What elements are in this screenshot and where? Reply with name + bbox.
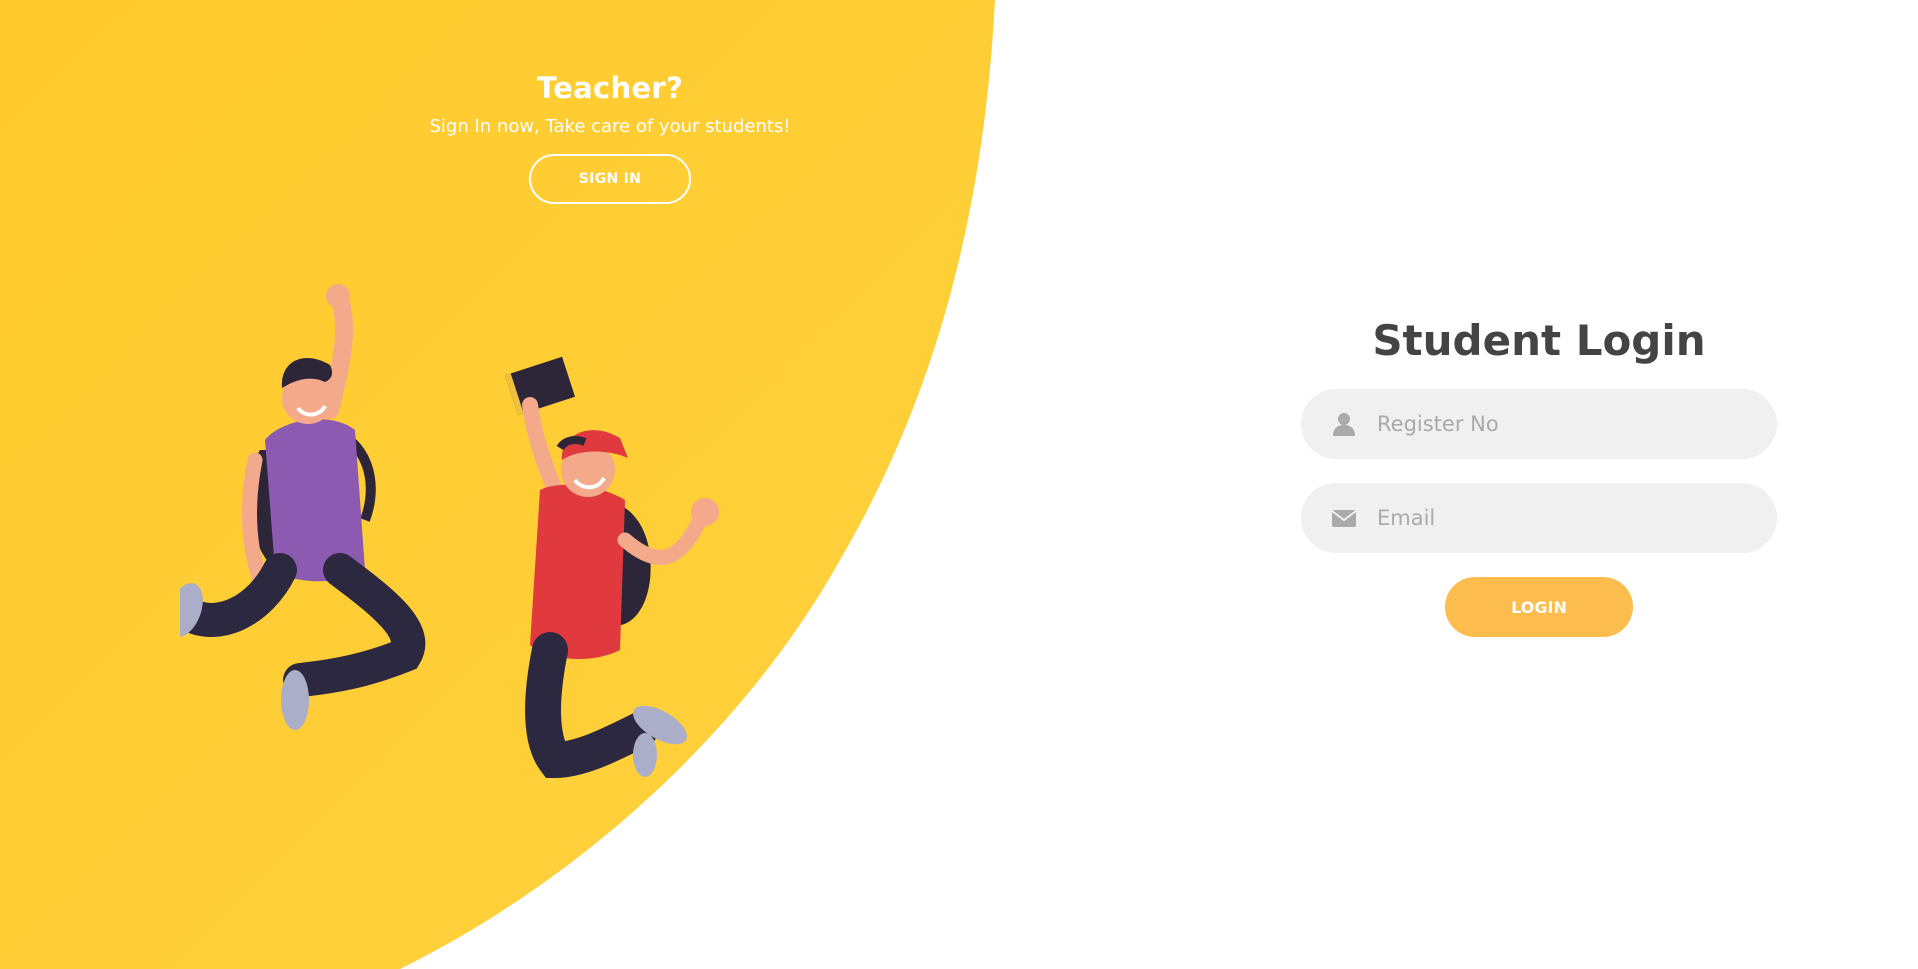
- login-button[interactable]: LOGIN: [1445, 577, 1633, 637]
- email-input[interactable]: [1377, 483, 1747, 553]
- envelope-icon: [1331, 510, 1357, 527]
- student-login-form: Student Login LOGIN: [1160, 313, 1918, 637]
- student-purple-figure: [180, 284, 426, 730]
- student-red-figure: [504, 356, 719, 779]
- teacher-title: Teacher?: [536, 71, 684, 105]
- login-page: Teacher? Sign In now, Take care of your …: [0, 0, 1918, 969]
- teacher-panel: Teacher? Sign In now, Take care of your …: [0, 0, 1220, 969]
- sign-in-button[interactable]: SIGN IN: [529, 154, 691, 204]
- teacher-subtitle: Sign In now, Take care of your students!: [429, 116, 791, 137]
- email-field[interactable]: [1301, 483, 1777, 553]
- jumping-students-illustration: [180, 284, 719, 779]
- student-login-panel: Student Login LOGIN: [1160, 0, 1918, 969]
- teacher-content: Teacher? Sign In now, Take care of your …: [0, 70, 1220, 204]
- user-icon: [1333, 413, 1355, 436]
- register-no-input[interactable]: [1377, 389, 1747, 459]
- login-title: Student Login: [1372, 316, 1706, 365]
- register-no-field[interactable]: [1301, 389, 1777, 459]
